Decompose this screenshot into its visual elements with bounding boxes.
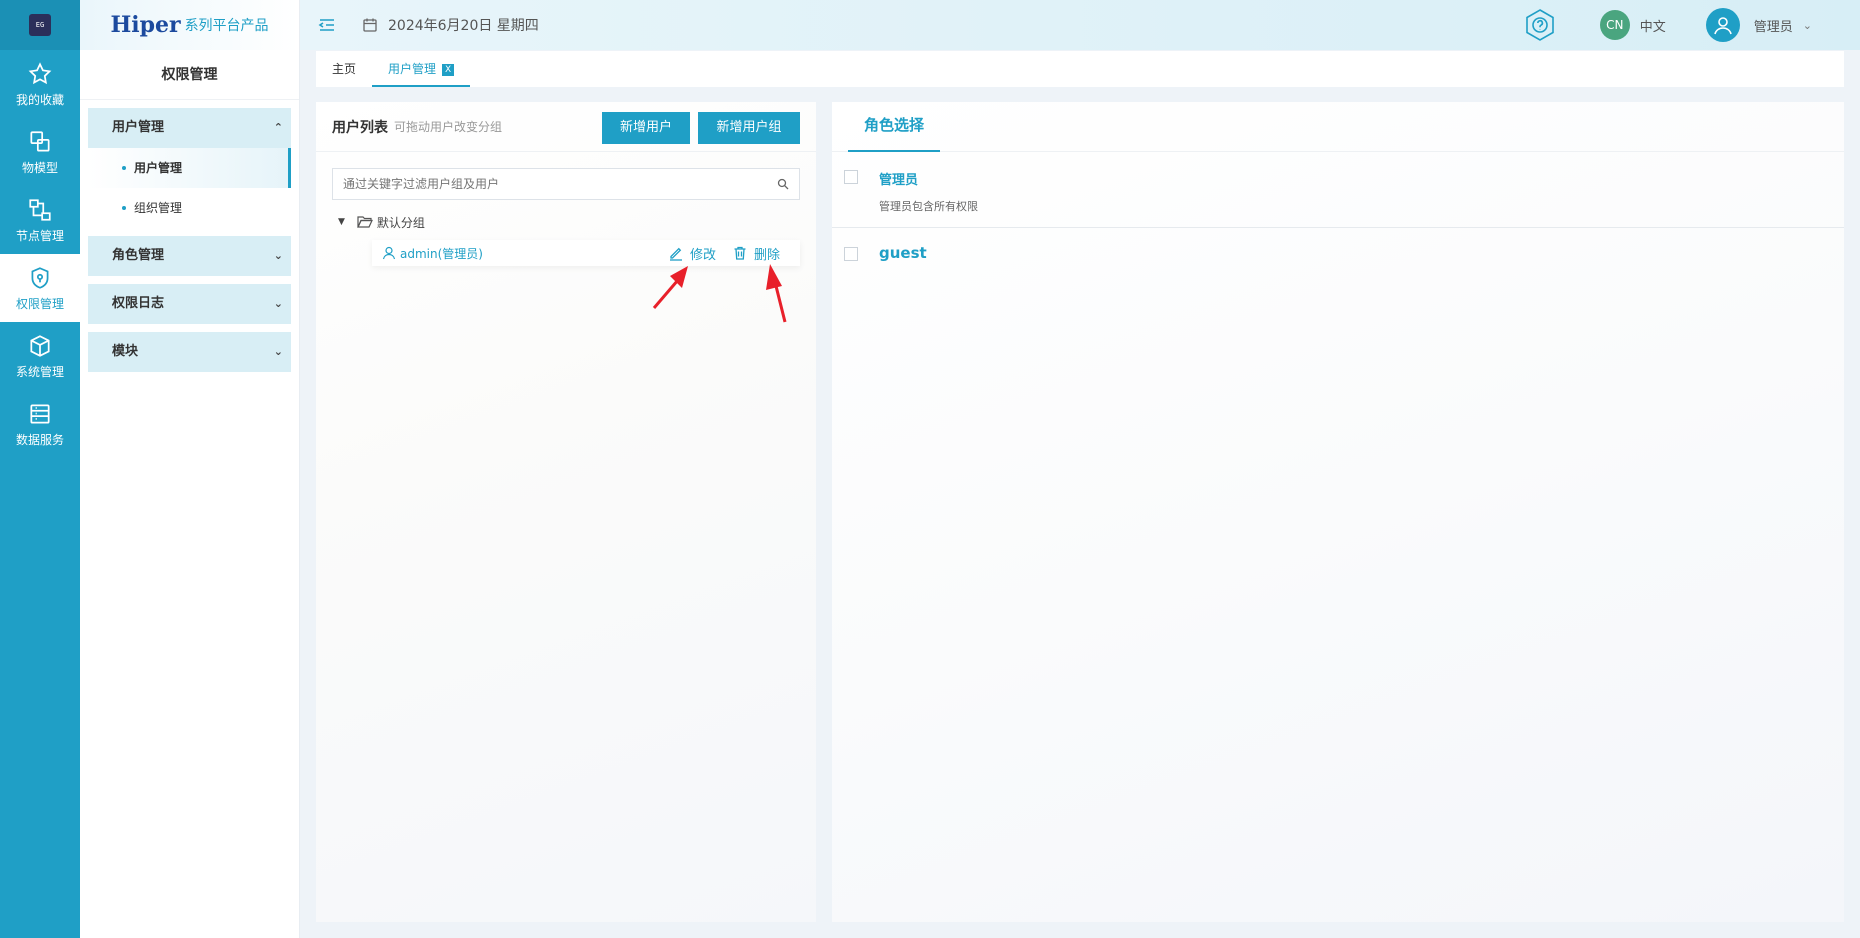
rail-item-favorites[interactable]: 我的收藏 xyxy=(0,50,80,118)
tab-user-management[interactable]: 用户管理 X xyxy=(372,51,471,87)
tree-user-row[interactable]: admin(管理员) 修改 删除 xyxy=(372,240,800,266)
menu-collapse-icon[interactable] xyxy=(318,16,336,34)
rail-label: 我的收藏 xyxy=(15,92,64,107)
role-panel-header: 角色选择 xyxy=(832,102,1844,152)
rail-item-system-management[interactable]: 系统管理 xyxy=(0,322,80,390)
secondary-sidebar: Hiper 系列平台产品 权限管理 用户管理 ⌃ 用户管理 组织管理 角色管理 … xyxy=(80,0,300,938)
user-list-panel: 用户列表 可拖动用户改变分组 新增用户 新增用户组 ▼ 默认分组 admin(管… xyxy=(316,102,816,922)
calendar-icon xyxy=(363,18,377,32)
role-name: 管理员 xyxy=(879,173,919,188)
annotation-arrow-edit xyxy=(652,266,688,309)
search-icon[interactable] xyxy=(777,178,789,190)
top-header: 2024年6月20日 星期四 CN 中文 管理员 ⌄ xyxy=(300,0,1860,50)
edit-label: 修改 xyxy=(690,247,717,263)
sidebar-group-header[interactable]: 权限日志 ⌄ xyxy=(88,284,291,324)
user-avatar-icon xyxy=(1713,17,1732,35)
sidebar-item-user-management[interactable]: 用户管理 xyxy=(88,148,291,188)
chevron-down-icon[interactable]: ⌄ xyxy=(1803,19,1812,32)
chevron-down-icon: ⌄ xyxy=(273,345,283,358)
edit-icon xyxy=(670,247,682,261)
sidebar-title: 权限管理 xyxy=(80,50,299,100)
sidebar-group-header[interactable]: 角色管理 ⌄ xyxy=(88,236,291,276)
brand-sub: 系列平台产品 xyxy=(184,18,269,34)
search-input[interactable] xyxy=(333,169,763,199)
sidebar-group-header[interactable]: 模块 ⌄ xyxy=(88,332,291,372)
folder-open-icon xyxy=(356,216,373,228)
role-name: guest xyxy=(879,244,927,262)
node-icon xyxy=(29,198,51,221)
role-row-admin[interactable]: 管理员 管理员包含所有权限 xyxy=(832,152,1844,228)
sidebar-item-label: 组织管理 xyxy=(134,201,183,215)
header-right: CN 中文 管理员 ⌄ xyxy=(1522,0,1860,50)
user-list-header: 用户列表 可拖动用户改变分组 新增用户 新增用户组 xyxy=(316,102,816,152)
help-icon[interactable] xyxy=(1522,7,1558,43)
rail-item-data-service[interactable]: 数据服务 xyxy=(0,390,80,458)
add-user-button[interactable]: 新增用户 xyxy=(602,112,690,144)
tab-role-select[interactable]: 角色选择 xyxy=(848,102,941,152)
add-user-group-button[interactable]: 新增用户组 xyxy=(698,112,800,144)
rail-item-thing-model[interactable]: 物模型 xyxy=(0,118,80,186)
language-switch[interactable]: 中文 xyxy=(1640,16,1666,35)
rail-label: 物模型 xyxy=(21,160,58,175)
language-badge[interactable]: CN xyxy=(1599,10,1630,40)
rail-item-node-management[interactable]: 节点管理 xyxy=(0,186,80,254)
sidebar-group-role-management: 角色管理 ⌄ xyxy=(88,236,291,276)
app-logo[interactable]: EG xyxy=(0,0,80,50)
panel-title: 用户列表 xyxy=(332,119,388,136)
sidebar-group-permission-log: 权限日志 ⌄ xyxy=(88,284,291,324)
page-tabs: 主页 用户管理 X xyxy=(316,51,1844,87)
group-label: 权限日志 xyxy=(112,296,165,311)
trash-icon xyxy=(734,246,746,260)
sidebar-group-user-management: 用户管理 ⌃ 用户管理 组织管理 xyxy=(88,108,291,228)
brand-logo[interactable]: Hiper 系列平台产品 xyxy=(80,0,299,50)
tab-label: 用户管理 xyxy=(388,62,437,76)
close-icon[interactable]: X xyxy=(442,63,455,76)
rail-label: 系统管理 xyxy=(15,364,64,379)
group-label: 模块 xyxy=(112,344,139,359)
icon-rail: EG 我的收藏 物模型 节点管理 权限管理 系统管理 数据服务 xyxy=(0,0,80,938)
rail-item-permission-management[interactable]: 权限管理 xyxy=(0,254,80,322)
user-name[interactable]: 管理员 xyxy=(1754,16,1793,35)
sidebar-group-header[interactable]: 用户管理 ⌃ xyxy=(88,108,291,148)
group-label: 角色管理 xyxy=(112,248,165,263)
rail-label: 数据服务 xyxy=(15,432,64,447)
chevron-down-icon: ⌄ xyxy=(273,249,283,262)
sidebar-group-module: 模块 ⌄ xyxy=(88,332,291,372)
chevron-up-icon: ⌃ xyxy=(273,121,283,134)
tree-group-default[interactable]: ▼ 默认分组 xyxy=(338,210,425,234)
chevron-down-icon: ⌄ xyxy=(273,297,283,310)
brand-main: Hiper xyxy=(110,12,181,38)
annotation-arrow-delete xyxy=(766,264,787,323)
bullet-icon xyxy=(122,166,126,170)
role-select-panel: 角色选择 管理员 管理员包含所有权限 guest xyxy=(832,102,1844,922)
tab-label: 主页 xyxy=(332,62,357,76)
tab-home[interactable]: 主页 xyxy=(316,51,372,87)
sidebar-item-org-management[interactable]: 组织管理 xyxy=(88,188,291,228)
current-date: 2024年6月20日 星期四 xyxy=(388,18,539,34)
caret-down-icon[interactable]: ▼ xyxy=(338,217,345,227)
database-icon xyxy=(30,403,50,424)
tree-group-label: 默认分组 xyxy=(376,215,425,230)
box-icon xyxy=(30,334,50,357)
logo-icon: EG xyxy=(29,14,51,36)
user-name-label: admin(管理员) xyxy=(400,246,483,261)
rail-label: 节点管理 xyxy=(15,228,64,243)
avatar[interactable] xyxy=(1705,8,1740,42)
group-label: 用户管理 xyxy=(112,120,165,135)
role-checkbox[interactable] xyxy=(844,170,858,184)
panel-hint: 可拖动用户改变分组 xyxy=(394,120,503,134)
role-row-guest[interactable]: guest xyxy=(832,228,1844,280)
sidebar-item-label: 用户管理 xyxy=(134,161,183,175)
role-description: 管理员包含所有权限 xyxy=(879,200,978,213)
user-icon xyxy=(382,246,396,260)
role-checkbox[interactable] xyxy=(844,247,858,261)
rail-label: 权限管理 xyxy=(15,296,64,311)
search-box xyxy=(332,168,800,200)
shield-icon xyxy=(31,266,49,289)
star-icon xyxy=(28,61,52,84)
bullet-icon xyxy=(122,206,126,210)
model-icon xyxy=(30,130,50,152)
